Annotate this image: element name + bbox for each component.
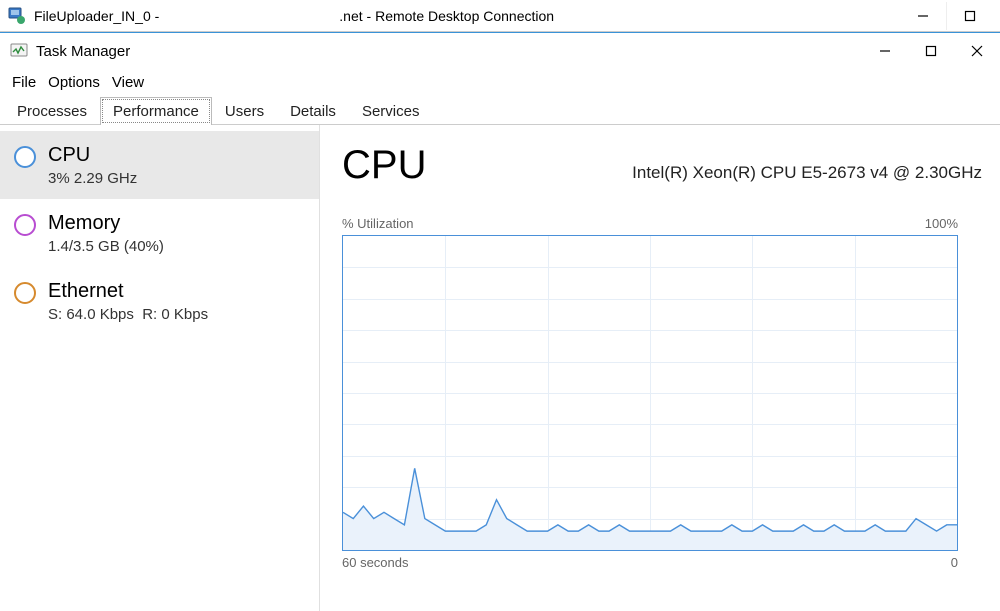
sidebar-item-label: Memory: [48, 211, 164, 236]
sidebar-item-memory[interactable]: Memory 1.4/3.5 GB (40%): [0, 199, 319, 267]
tab-details[interactable]: Details: [277, 97, 349, 125]
cpu-panel: CPU Intel(R) Xeon(R) CPU E5-2673 v4 @ 2.…: [320, 125, 1000, 611]
menu-view[interactable]: View: [108, 72, 148, 93]
task-manager-icon: [10, 42, 28, 60]
cpu-heading: CPU: [342, 143, 426, 188]
ethernet-icon: [14, 282, 36, 304]
tab-performance[interactable]: Performance: [100, 97, 212, 125]
chart-svg: [343, 236, 957, 550]
sidebar-item-cpu[interactable]: CPU 3% 2.29 GHz: [0, 131, 319, 199]
tab-processes[interactable]: Processes: [4, 97, 100, 125]
cpu-utilization-chart: [342, 235, 958, 551]
sidebar-item-sub: 1.4/3.5 GB (40%): [48, 238, 164, 255]
tab-users[interactable]: Users: [212, 97, 277, 125]
sidebar-item-ethernet[interactable]: Ethernet S: 64.0 Kbps R: 0 Kbps: [0, 267, 319, 335]
sidebar-item-sub: S: 64.0 Kbps R: 0 Kbps: [48, 306, 208, 323]
minimize-button[interactable]: [862, 35, 908, 67]
rdp-icon: [8, 7, 26, 25]
menu-bar: File Options View: [0, 69, 1000, 95]
chart-y-label: % Utilization: [342, 216, 414, 231]
close-button[interactable]: [954, 35, 1000, 67]
task-manager-title-bar: Task Manager: [0, 33, 1000, 69]
rdp-minimize-button[interactable]: [900, 2, 946, 30]
cpu-icon: [14, 146, 36, 168]
task-manager-window: Task Manager File Options View Processes…: [0, 32, 1000, 611]
sidebar-item-label: Ethernet: [48, 279, 208, 304]
rdp-title-bar: FileUploader_IN_0 - .net - Remote Deskto…: [0, 0, 1000, 32]
tab-services[interactable]: Services: [349, 97, 433, 125]
rdp-maximize-button[interactable]: [946, 2, 992, 30]
rdp-title-mid: .net - Remote Desktop Connection: [339, 8, 554, 24]
memory-icon: [14, 214, 36, 236]
rdp-title-left: FileUploader_IN_0 -: [34, 8, 159, 24]
sidebar-item-sub: 3% 2.29 GHz: [48, 170, 137, 187]
chart-y-max: 100%: [925, 216, 958, 231]
menu-options[interactable]: Options: [44, 72, 104, 93]
content: CPU 3% 2.29 GHz Memory 1.4/3.5 GB (40%) …: [0, 125, 1000, 611]
maximize-button[interactable]: [908, 35, 954, 67]
task-manager-title: Task Manager: [36, 43, 130, 60]
cpu-model: Intel(R) Xeon(R) CPU E5-2673 v4 @ 2.30GH…: [632, 163, 982, 183]
chart-x-left: 60 seconds: [342, 555, 409, 570]
menu-file[interactable]: File: [8, 72, 40, 93]
performance-sidebar: CPU 3% 2.29 GHz Memory 1.4/3.5 GB (40%) …: [0, 125, 320, 611]
tab-bar: Processes Performance Users Details Serv…: [0, 95, 1000, 125]
sidebar-item-label: CPU: [48, 143, 137, 168]
chart-x-right: 0: [951, 555, 958, 570]
